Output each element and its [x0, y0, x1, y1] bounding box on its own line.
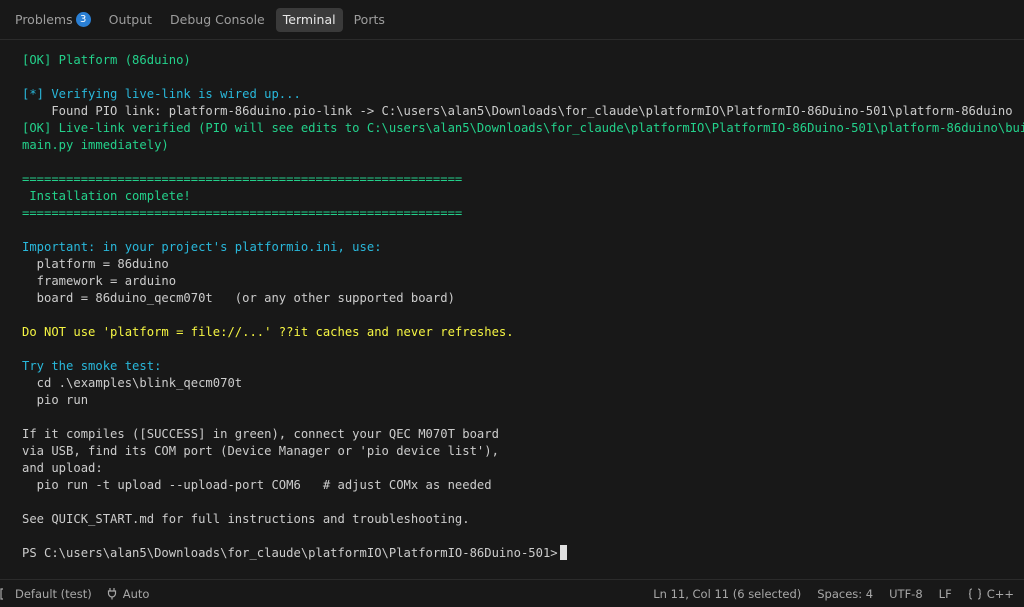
auto-item[interactable]: Auto: [106, 586, 150, 601]
tab-debug-console-label: Debug Console: [170, 12, 265, 27]
terminal-line: via USB, find its COM port (Device Manag…: [22, 444, 499, 458]
terminal-profile-item[interactable]: Default (test): [0, 587, 92, 601]
terminal-line: board = 86duino_qecm070t (or any other s…: [22, 291, 455, 305]
indentation[interactable]: Spaces: 4: [817, 587, 873, 601]
indentation-label: Spaces: 4: [817, 586, 874, 601]
terminal-profile-label: Default (test): [15, 586, 92, 601]
terminal-cursor: [559, 545, 567, 560]
auto-label: Auto: [122, 586, 150, 601]
tab-ports[interactable]: Ports: [347, 8, 392, 32]
terminal-line: ========================================…: [22, 206, 463, 220]
terminal-line: Do NOT use 'platform = file://...' ??it …: [22, 325, 514, 339]
braces-icon: [968, 587, 981, 600]
language-mode[interactable]: C++: [968, 587, 1014, 601]
tab-output[interactable]: Output: [102, 8, 159, 32]
terminal-line: If it compiles ([SUCCESS] in green), con…: [22, 427, 499, 441]
terminal-line: pio run -t upload --upload-port COM6 # a…: [22, 478, 492, 492]
end-of-line-label: LF: [938, 586, 952, 601]
terminal-line: main.py immediately): [22, 138, 169, 152]
status-bar: Default (test) Auto Ln 11, Col 11 (6 sel…: [0, 579, 1024, 607]
terminal-icon: [0, 587, 3, 600]
terminal-line: pio run: [22, 393, 89, 407]
cursor-position[interactable]: Ln 11, Col 11 (6 selected): [653, 587, 801, 601]
encoding-label: UTF-8: [889, 586, 923, 601]
terminal-line: [*] Verifying live-link is wired up...: [22, 87, 301, 101]
terminal-line: framework = arduino: [22, 274, 177, 288]
tab-problems[interactable]: Problems 3: [8, 8, 98, 32]
terminal-line: Found PIO link: platform-86duino.pio-lin…: [22, 104, 1013, 118]
terminal-line: and upload:: [22, 461, 103, 475]
terminal-line: cd .\examples\blink_qecm070t: [22, 376, 243, 390]
tab-terminal-label: Terminal: [282, 12, 336, 27]
cursor-position-label: Ln 11, Col 11 (6 selected): [653, 586, 802, 601]
end-of-line[interactable]: LF: [939, 587, 952, 601]
plug-icon: [107, 588, 116, 600]
tab-output-label: Output: [108, 12, 153, 27]
tab-ports-label: Ports: [353, 12, 385, 27]
terminal-prompt-line[interactable]: PS C:\users\alan5\Downloads\for_claude\p…: [22, 545, 1024, 562]
terminal-lines: [OK] Platform (86duino) [*] Verifying liv…: [22, 52, 1024, 545]
tab-terminal[interactable]: Terminal: [275, 7, 343, 32]
tab-debug-console[interactable]: Debug Console: [163, 8, 272, 32]
terminal-line: Installation complete!: [22, 189, 191, 203]
tab-problems-label: Problems: [15, 12, 73, 27]
terminal-line: ========================================…: [22, 172, 463, 186]
terminal-line: See QUICK_START.md for full instructions…: [22, 512, 470, 526]
terminal-prompt: PS C:\users\alan5\Downloads\for_claude\p…: [22, 546, 558, 560]
terminal-line: Important: in your project's platformio.…: [22, 240, 382, 254]
terminal-line: platform = 86duino: [22, 257, 169, 271]
language-mode-label: C++: [986, 586, 1014, 601]
encoding[interactable]: UTF-8: [889, 587, 923, 601]
panel-tab-bar: Problems 3 Output Debug Console Terminal…: [0, 0, 1024, 40]
terminal-line: [OK] Live-link verified (PIO will see ed…: [22, 121, 1024, 135]
problems-count-badge: 3: [75, 12, 91, 27]
terminal-line: Try the smoke test:: [22, 359, 162, 373]
terminal-line: [OK] Platform (86duino): [22, 53, 191, 67]
terminal-output[interactable]: [OK] Platform (86duino) [*] Verifying liv…: [0, 41, 1024, 574]
